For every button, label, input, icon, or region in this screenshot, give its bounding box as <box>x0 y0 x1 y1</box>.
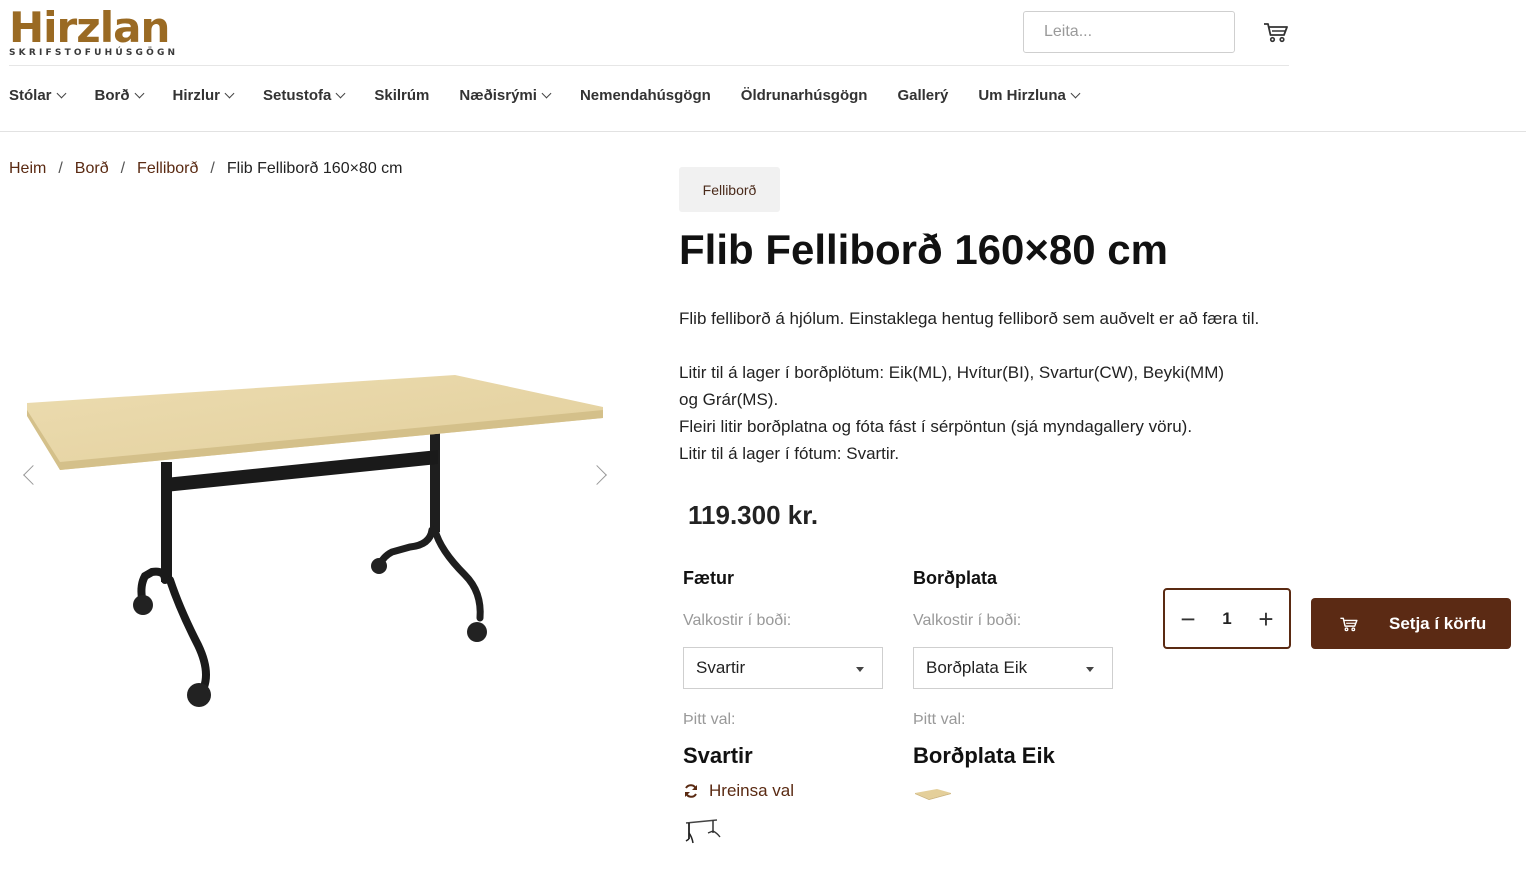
header-divider <box>9 65 1289 66</box>
description-legs-colors: Litir til á lager í fótum: Svartir. <box>679 444 900 463</box>
top-available-label: Valkostir í boði: <box>913 612 1022 629</box>
nav-item-hirzlur[interactable]: Hirzlur <box>172 82 235 108</box>
legs-available-label: Valkostir í boði: <box>683 612 792 629</box>
top-select[interactable]: Borðplata Eik <box>913 647 1113 689</box>
breadcrumb-separator: / <box>120 160 126 177</box>
nav-item-nemendahusgogn[interactable]: Nemendahúsgögn <box>580 82 711 108</box>
nav-item-gallery[interactable]: Gallerý <box>897 82 948 108</box>
breadcrumb-separator: / <box>58 160 63 177</box>
reset-selection-link[interactable]: Hreinsa val <box>683 781 883 801</box>
quantity-stepper: − 1 + <box>1163 588 1291 649</box>
top-swatch[interactable] <box>913 787 1113 812</box>
breadcrumb-link-home[interactable]: Heim <box>9 160 46 178</box>
nav-item-um-hirzluna[interactable]: Um Hirzluna <box>978 82 1081 108</box>
legs-choice-label: Þitt val: <box>683 711 736 728</box>
chevron-down-icon <box>56 88 66 98</box>
chevron-down-icon <box>134 88 144 98</box>
description-colors-cont: og Grár(MS). <box>679 390 779 409</box>
chevron-down-icon <box>1070 88 1081 98</box>
logo-tagline: SKRIFSTOFUHÚSGÖGN <box>9 48 179 58</box>
product-image <box>27 375 603 707</box>
site-header: Hirzlan SKRIFSTOFUHÚSGÖGN Stólar Borð Hi… <box>0 0 1526 132</box>
nav-label: Skilrúm <box>374 86 430 104</box>
legs-select-value: Svartir <box>696 658 746 677</box>
breadcrumb: Heim / Borð / Felliborð / Flib Felliborð… <box>9 160 403 178</box>
logo-wordmark: Hirzlan <box>9 3 170 52</box>
oak-top-thumbnail <box>915 789 951 800</box>
description-intro: Flib felliborð á hjólum. Einstaklega hen… <box>679 309 1260 328</box>
product-title: Flib Felliborð 160×80 cm <box>679 226 1169 273</box>
nav-label: Stólar <box>9 86 52 104</box>
nav-item-oldrunarhusgogn[interactable]: Öldrunarhúsgögn <box>741 82 868 108</box>
top-choice-value: Borðplata Eik <box>913 743 1055 768</box>
refresh-icon <box>685 784 697 798</box>
nav-label: Hirzlur <box>172 86 221 104</box>
legs-option-title: Fætur <box>683 568 734 588</box>
legs-choice-value: Svartir <box>683 743 753 768</box>
nav-label: Borð <box>94 86 130 104</box>
top-choice-label: Þitt val: <box>913 711 966 728</box>
reset-selection-label: Hreinsa val <box>709 781 795 800</box>
breadcrumb-link-bord[interactable]: Borð <box>75 160 109 178</box>
quantity-value[interactable]: 1 <box>1212 609 1242 629</box>
top-select-value: Borðplata Eik <box>926 658 1028 677</box>
caret-down-icon <box>856 667 864 672</box>
brand-logo[interactable]: Hirzlan SKRIFSTOFUHÚSGÖGN <box>9 3 179 59</box>
nav-item-skilrum[interactable]: Skilrúm <box>374 82 429 108</box>
breadcrumb-current: Flib Felliborð 160×80 cm <box>226 160 403 177</box>
cart-icon[interactable] <box>1262 20 1290 44</box>
search-input[interactable] <box>1023 11 1235 53</box>
add-to-cart-button[interactable]: Setja í körfu <box>1311 598 1511 649</box>
nav-label: Næðisrými <box>459 86 537 104</box>
top-option: Borðplata Valkostir í boði: Borðplata Ei… <box>913 568 1113 812</box>
top-option-title: Borðplata <box>913 568 998 588</box>
caret-down-icon <box>1086 667 1094 672</box>
product-price: 119.300 kr. <box>688 500 819 530</box>
nav-item-bord[interactable]: Borð <box>94 82 144 108</box>
main-nav: Stólar Borð Hirzlur Setustofa Skilrúm Næ… <box>9 82 1109 108</box>
nav-item-setustofa[interactable]: Setustofa <box>263 82 346 108</box>
chevron-down-icon <box>224 88 235 98</box>
category-tag[interactable]: Felliborð <box>679 167 780 212</box>
cart-icon <box>1340 617 1358 631</box>
decrease-quantity-button[interactable]: − <box>1177 606 1199 632</box>
description-more-colors: Fleiri litir borðplatna og fóta fást í s… <box>679 417 1193 436</box>
breadcrumb-link-felliboard[interactable]: Felliborð <box>137 160 198 178</box>
nav-label: Gallerý <box>897 86 949 104</box>
legs-swatch[interactable] <box>683 815 883 850</box>
description-colors: Litir til á lager í borðplötum: Eik(ML),… <box>679 363 1225 382</box>
product-gallery <box>0 200 640 760</box>
chevron-down-icon <box>335 88 346 98</box>
add-to-cart-label: Setja í körfu <box>1389 613 1487 633</box>
chevron-down-icon <box>541 88 552 98</box>
nav-item-naedisrymi[interactable]: Næðisrými <box>459 82 552 108</box>
table-legs-thumbnail <box>685 819 721 844</box>
product-description: Flib felliborð á hjólum. Einstaklega hen… <box>679 305 1279 467</box>
increase-quantity-button[interactable]: + <box>1255 606 1277 632</box>
breadcrumb-separator: / <box>210 160 215 177</box>
legs-option: Fætur Valkostir í boði: Svartir Þitt val… <box>683 568 883 850</box>
nav-label: Öldrunarhúsgögn <box>740 86 868 104</box>
nav-label: Um Hirzluna <box>978 86 1066 104</box>
nav-label: Nemendahúsgögn <box>579 86 711 104</box>
nav-item-stolar[interactable]: Stólar <box>9 82 66 108</box>
legs-select[interactable]: Svartir <box>683 647 883 689</box>
nav-label: Setustofa <box>263 86 332 104</box>
